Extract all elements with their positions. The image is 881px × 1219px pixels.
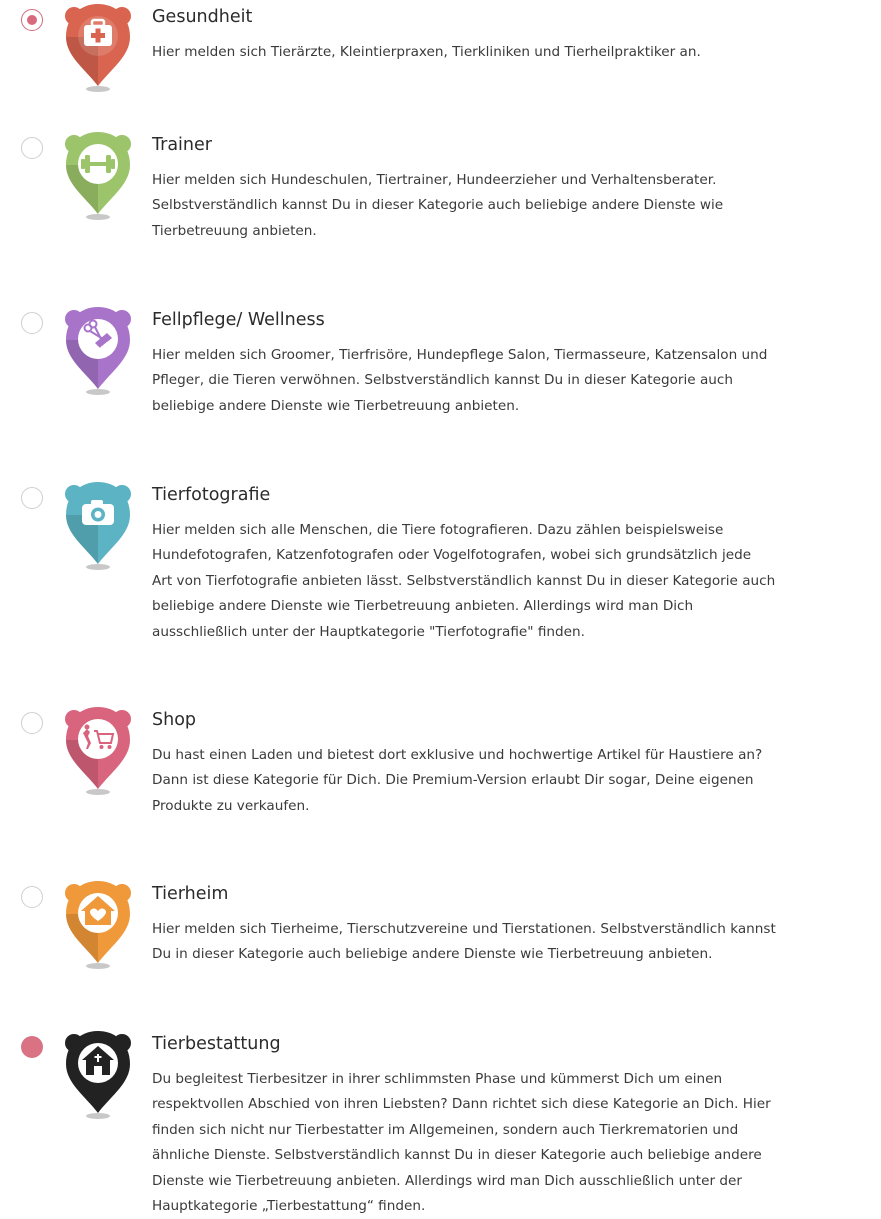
- category-radio[interactable]: [21, 487, 43, 509]
- category-radio[interactable]: [21, 1036, 43, 1058]
- category-title: Tierbestattung: [152, 1034, 281, 1054]
- house-heart-icon: [65, 881, 131, 969]
- category-description: Du hast einen Laden und bietest dort exk…: [152, 747, 763, 814]
- category-radio[interactable]: [21, 712, 43, 734]
- category-title: Fellpflege/ Wellness: [152, 310, 325, 330]
- category-radio[interactable]: [21, 886, 43, 908]
- medical-kit-icon: [65, 4, 131, 92]
- category-title: Shop: [152, 710, 197, 730]
- category-title: Gesundheit: [152, 7, 253, 27]
- category-description: Du begleitest Tierbesitzer in ihrer schl…: [152, 1071, 771, 1215]
- category-description: Hier melden sich Tierheime, Tierschutzve…: [152, 921, 776, 963]
- category-title: Tierfotografie: [152, 485, 271, 505]
- camera-icon: [65, 482, 131, 570]
- dumbbell-icon: [65, 132, 131, 220]
- chapel-icon: [65, 1031, 131, 1119]
- scissors-comb-icon: [65, 307, 131, 395]
- category-description: Hier melden sich alle Menschen, die Tier…: [152, 522, 776, 640]
- category-radio[interactable]: [21, 9, 43, 31]
- category-title: Trainer: [152, 135, 212, 155]
- category-description: Hier melden sich Groomer, Tierfrisöre, H…: [152, 347, 768, 414]
- category-description: Hier melden sich Tierärzte, Kleintierpra…: [152, 44, 701, 60]
- category-radio[interactable]: [21, 312, 43, 334]
- category-radio[interactable]: [21, 137, 43, 159]
- category-description: Hier melden sich Hundeschulen, Tiertrain…: [152, 172, 724, 239]
- category-title: Tierheim: [152, 884, 229, 904]
- shopping-cart-icon: [65, 707, 131, 795]
